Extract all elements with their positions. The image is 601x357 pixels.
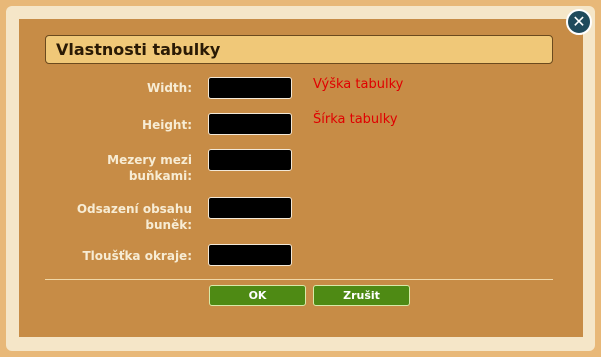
height-hint: Šírka tabulky (313, 112, 398, 127)
close-icon: ✕ (572, 12, 586, 31)
cell-padding-label: Odsazení obsahu buněk: (76, 202, 192, 232)
height-label: Height: (142, 118, 192, 132)
cell-spacing-label: Mezery mezi buňkami: (107, 153, 192, 183)
border-width-input[interactable] (208, 244, 292, 266)
ok-button[interactable]: OK (209, 285, 306, 306)
cell-padding-input[interactable] (208, 197, 292, 219)
separator (45, 279, 553, 280)
close-button[interactable]: ✕ (566, 9, 592, 35)
cell-spacing-input[interactable] (208, 149, 292, 171)
dialog-title-bar: Vlastnosti tabulky (45, 35, 553, 64)
width-input[interactable] (208, 77, 292, 99)
width-label: Width: (146, 81, 192, 95)
cancel-button[interactable]: Zrušit (313, 285, 410, 306)
height-input[interactable] (208, 113, 292, 135)
dialog-title: Vlastnosti tabulky (56, 40, 221, 59)
border-width-label: Tloušťka okraje: (82, 249, 192, 263)
width-hint: Výška tabulky (313, 77, 404, 92)
